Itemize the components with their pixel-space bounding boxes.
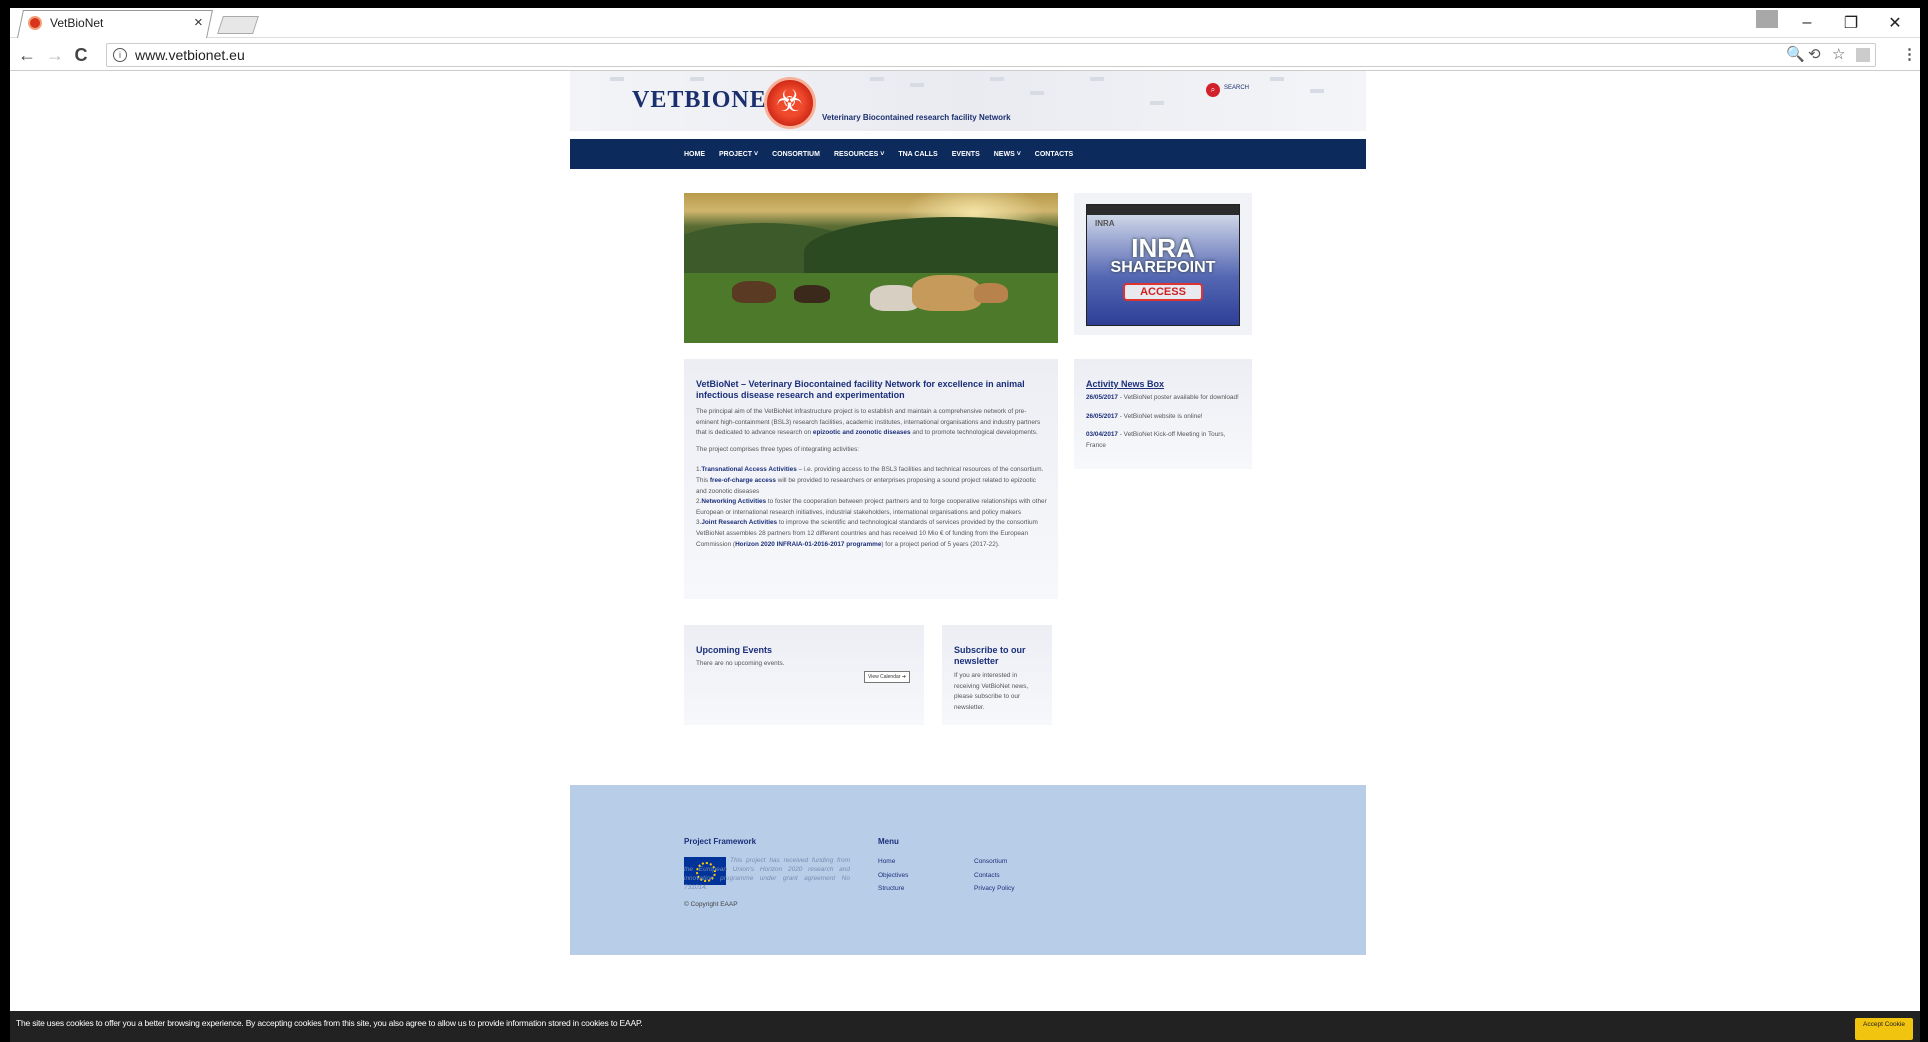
events-empty-text: There are no upcoming events. [696,660,785,667]
intro-panel: VetBioNet – Veterinary Biocontained faci… [684,359,1058,599]
site-header: VETBIONET Veterinary Biocontained resear… [570,71,1366,131]
footer-link-structure[interactable]: Structure [878,885,904,892]
tab-bar: VetBioNet × – ❐ ✕ [10,8,1920,38]
nav-project[interactable]: PROJECT ˅ [719,151,758,158]
cookie-text: The site uses cookies to offer you a bet… [16,1018,643,1028]
inra-access-button[interactable]: ACCESS [1123,283,1203,301]
nav-home[interactable]: HOME [684,151,705,158]
cookie-banner: The site uses cookies to offer you a bet… [10,1011,1920,1042]
zoom-icon[interactable]: 🔍 [1786,45,1805,63]
footer-link-objectives[interactable]: Objectives [878,872,908,879]
newsletter-title[interactable]: Subscribe to our newsletter [954,645,1042,667]
news-title[interactable]: Activity News Box [1086,379,1242,389]
nav-news[interactable]: NEWS ˅ [994,151,1021,158]
web-page: VETBIONET Veterinary Biocontained resear… [10,71,1920,1011]
footer-link-privacy[interactable]: Privacy Policy [974,885,1014,892]
biohazard-logo-icon[interactable] [764,77,816,129]
activity-item-3: 3.Joint Research Activities to improve t… [696,519,1038,548]
nav-consortium[interactable]: CONSORTIUM [772,151,820,158]
events-title: Upcoming Events [696,645,773,655]
new-tab-button[interactable] [217,16,259,34]
site-logo[interactable]: VETBIONET [632,87,784,114]
view-calendar-button[interactable]: View Calendar ➔ [864,671,911,683]
bookmark-star-icon[interactable]: ☆ [1832,45,1845,63]
activity-news-box: Activity News Box 26/05/2017 - VetBioNet… [1074,359,1252,469]
search-label[interactable]: SEARCH [1224,85,1249,91]
accept-cookie-button[interactable]: Accept Cookie [1855,1018,1913,1040]
footer-link-consortium[interactable]: Consortium [974,858,1007,865]
translate-icon[interactable]: ⟲ [1808,45,1821,63]
footer-link-home[interactable]: Home [878,858,895,865]
activity-item-1: 1.Transnational Access Activities – i.e.… [696,466,1044,495]
site-footer: Project Framework This project has recei… [570,785,1366,955]
inra-sharepoint-banner[interactable]: INRA INRA SHAREPOINT ACCESS [1086,204,1240,326]
intro-para2: The project comprises three types of int… [696,445,860,453]
footer-copyright: © Copyright EAAP [684,901,738,908]
site-tagline: Veterinary Biocontained research facilit… [822,113,1011,122]
footer-link-contacts[interactable]: Contacts [974,872,1000,879]
sharepoint-title: SHAREPOINT [1110,259,1216,276]
activity-item-2: 2.Networking Activities to foster the co… [696,498,1047,516]
footer-framework-text: This project has received funding from t… [684,857,850,891]
footer-framework-title: Project Framework [684,837,757,846]
newsletter-panel: Subscribe to our newsletter If you are i… [942,625,1052,725]
upcoming-events-panel: Upcoming Events There are no upcoming ev… [684,625,924,725]
search-icon[interactable]: ⌕ [1206,83,1220,97]
tab-title: VetBioNet [50,16,104,30]
inra-logo: INRA [1095,219,1115,228]
back-icon[interactable]: ← [16,44,38,66]
nav-resources[interactable]: RESOURCES ˅ [834,151,884,158]
nav-contacts[interactable]: CONTACTS [1035,151,1073,158]
main-nav: HOME PROJECT ˅ CONSORTIUM RESOURCES ˅ TN… [570,139,1366,169]
url-text: www.vetbionet.eu [135,47,245,63]
info-icon[interactable]: i [113,48,127,62]
news-item[interactable]: 26/05/2017 - VetBioNet poster available … [1086,393,1242,404]
nav-tna-calls[interactable]: TNA CALLS [898,151,937,158]
nav-events[interactable]: EVENTS [952,151,980,158]
reload-icon[interactable]: C [70,44,92,66]
footer-menu-title: Menu [878,837,899,846]
profile-icon[interactable] [1756,10,1778,28]
close-window-button[interactable]: ✕ [1872,8,1918,38]
tab-content[interactable]: VetBioNet [28,10,198,36]
intro-title: VetBioNet – Veterinary Biocontained faci… [696,379,1025,400]
minimize-button[interactable]: – [1784,8,1830,38]
menu-icon[interactable]: ⋮ [1902,45,1917,63]
intro-para1: The principal aim of the VetBioNet infra… [696,408,1041,437]
tab-close-icon[interactable]: × [194,14,203,31]
favicon-icon [28,16,42,30]
news-item[interactable]: 26/05/2017 - VetBioNet website is online… [1086,412,1242,423]
news-item[interactable]: 03/04/2017 - VetBioNet Kick-off Meeting … [1086,430,1242,451]
restore-button[interactable]: ❐ [1828,8,1874,38]
browser-window: VetBioNet × – ❐ ✕ ← → C i www.vetbionet.… [10,8,1920,1042]
url-input[interactable]: i www.vetbionet.eu [106,43,1876,67]
extension-icon[interactable] [1856,48,1870,62]
address-bar: ← → C i www.vetbionet.eu 🔍 ⟲ ☆ ⋮ [10,39,1920,71]
hero-image-horses [684,193,1058,343]
forward-icon[interactable]: → [44,44,66,66]
newsletter-text: If you are interested in receiving VetBi… [954,672,1029,711]
